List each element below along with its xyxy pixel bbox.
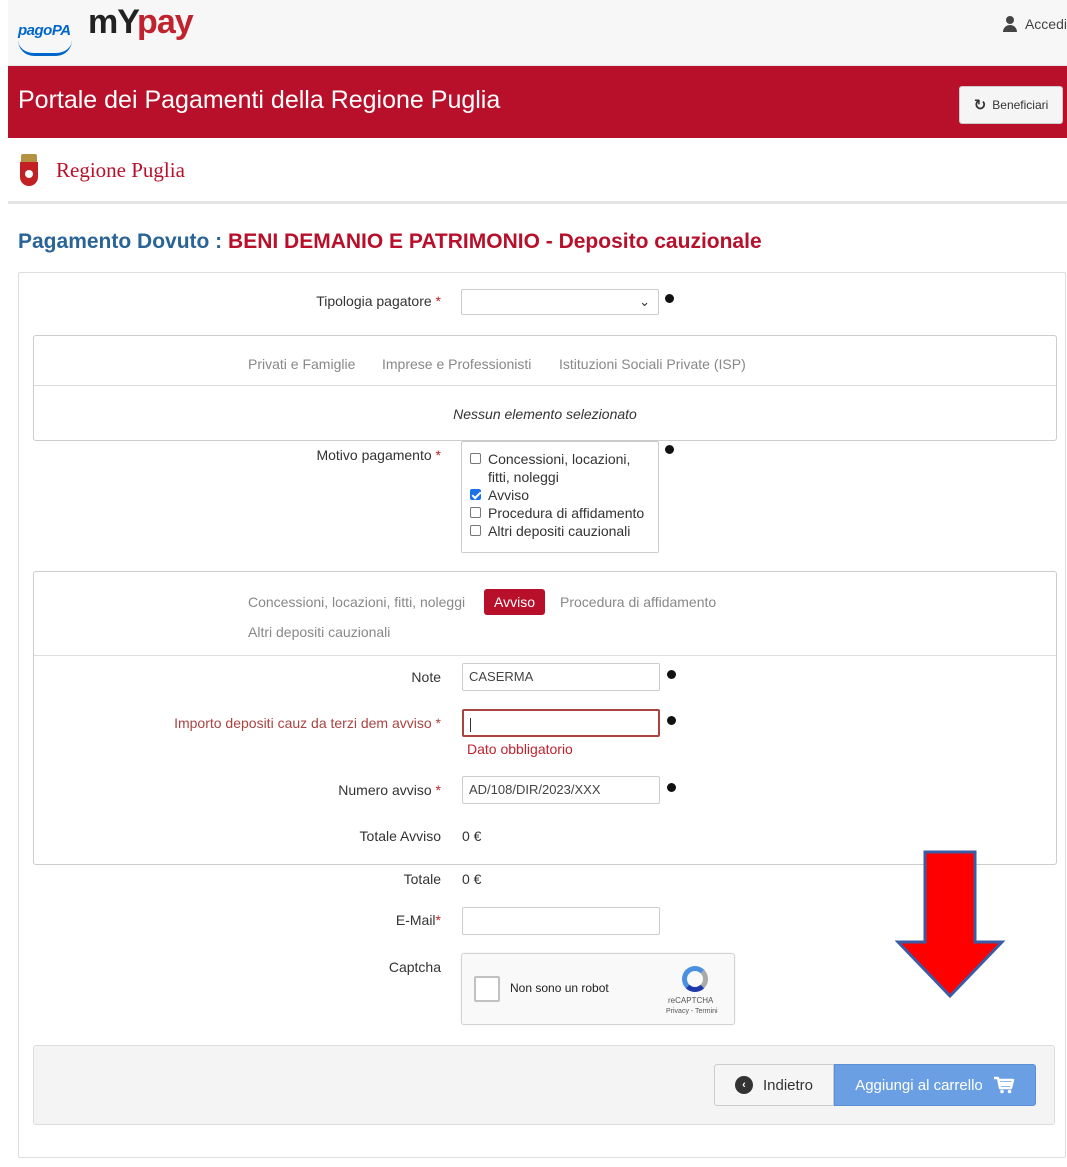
recaptcha-icon	[680, 964, 710, 994]
option-label: Avviso	[488, 487, 529, 503]
checkbox-unchecked[interactable]	[470, 507, 481, 518]
email-label-text: E-Mail	[395, 912, 436, 928]
portal-title: Portale dei Pagamenti della Regione Pugl…	[18, 86, 501, 114]
email-label: E-Mail*	[396, 912, 441, 928]
recaptcha-terms-link[interactable]: Privacy - Termini	[666, 1008, 718, 1015]
recaptcha-widget: Non sono un robot reCAPTCHA Privacy - Te…	[461, 953, 735, 1025]
numero-avviso-label: Numero avviso *	[338, 782, 441, 798]
chevron-left-circle-icon: ‹	[734, 1076, 753, 1094]
mypay-logo[interactable]: mYpay	[88, 2, 194, 42]
email-input[interactable]	[462, 907, 660, 935]
mypay-logo-my: mY	[88, 3, 138, 41]
tab-imprese-professionisti[interactable]: Imprese e Professionisti	[382, 356, 531, 372]
page-title-label: Pagamento Dovuto :	[18, 230, 223, 253]
required-mark: *	[435, 293, 441, 309]
categorie-panel: Privati e Famiglie Imprese e Professioni…	[33, 335, 1057, 441]
numero-label-text: Numero avviso	[338, 782, 432, 798]
importo-error-message: Dato obbligatorio	[467, 741, 573, 757]
option-label: Procedura di affidamento	[488, 505, 645, 521]
checkbox-checked[interactable]	[470, 489, 481, 500]
motivo-option-concessioni[interactable]: Concessioni, locazioni, fitti, noleggi	[468, 450, 652, 486]
pagopa-logo-swoosh	[18, 40, 72, 56]
add-to-cart-label: Aggiungi al carrello	[855, 1076, 983, 1094]
page-title-value: BENI DEMANIO E PATRIMONIO - Deposito cau…	[228, 230, 762, 253]
info-icon[interactable]	[667, 716, 676, 725]
motivo-multiselect[interactable]: Concessioni, locazioni, fitti, noleggi A…	[461, 441, 659, 553]
chevron-down-icon: ⌄	[639, 294, 650, 309]
login-label: Accedi	[1024, 16, 1067, 32]
importo-label: Importo depositi cauz da terzi dem avvis…	[174, 715, 441, 731]
checkbox-unchecked[interactable]	[470, 453, 481, 464]
motivo-option-avviso[interactable]: Avviso	[468, 486, 652, 504]
option-label: Altri depositi cauzionali	[488, 523, 631, 539]
checkbox-unchecked[interactable]	[470, 525, 481, 536]
tab-concessioni[interactable]: Concessioni, locazioni, fitti, noleggi	[248, 594, 465, 610]
totale-value: 0 €	[462, 871, 482, 887]
option-label: Concessioni, locazioni, fitti, noleggi	[488, 451, 631, 485]
info-icon[interactable]	[665, 294, 674, 303]
page-title: Pagamento Dovuto : BENI DEMANIO E PATRIM…	[18, 230, 762, 254]
note-label: Note	[411, 669, 441, 685]
mypay-logo-pay: pay	[137, 3, 194, 41]
importo-input[interactable]	[462, 709, 660, 737]
tab-altri-depositi[interactable]: Altri depositi cauzionali	[248, 624, 390, 640]
region-bar: Regione Puglia	[8, 138, 1067, 204]
tipologia-label-text: Tipologia pagatore	[316, 293, 432, 309]
recaptcha-text: Non sono un robot	[510, 981, 609, 995]
required-mark: *	[435, 782, 441, 798]
categorie-tabs: Privati e Famiglie Imprese e Professioni…	[34, 336, 1056, 386]
beneficiari-button[interactable]: ↻ Beneficiari	[959, 86, 1063, 124]
tipologia-select[interactable]: ⌄	[461, 289, 659, 315]
login-link[interactable]: Accedi	[1002, 16, 1067, 32]
required-mark: *	[435, 715, 441, 731]
info-icon[interactable]	[667, 670, 676, 679]
tab-procedura[interactable]: Procedura di affidamento	[560, 594, 716, 610]
back-button[interactable]: ‹ Indietro	[714, 1064, 834, 1106]
motivo-label-text: Motivo pagamento	[316, 447, 432, 463]
user-icon	[1002, 16, 1017, 32]
emblem-shield	[20, 162, 38, 186]
beneficiari-label: Beneficiari	[992, 98, 1049, 112]
required-mark: *	[435, 447, 441, 463]
tab-privati-famiglie[interactable]: Privati e Famiglie	[248, 356, 355, 372]
required-mark: *	[435, 912, 441, 928]
recaptcha-checkbox[interactable]	[474, 976, 500, 1002]
note-input[interactable]: CASERMA	[462, 663, 660, 691]
importo-label-text: Importo depositi cauz da terzi dem avvis…	[174, 715, 432, 731]
motivi-tabs: Concessioni, locazioni, fitti, noleggi A…	[34, 572, 1056, 656]
totale-avviso-value: 0 €	[462, 828, 482, 844]
top-bar: pagoPA mYpay Accedi	[8, 0, 1067, 66]
info-icon[interactable]	[667, 783, 676, 792]
captcha-label: Captcha	[388, 959, 441, 975]
totale-avviso-label: Totale Avviso	[359, 828, 441, 844]
motivo-option-altri[interactable]: Altri depositi cauzionali	[468, 522, 652, 540]
totale-label: Totale	[403, 871, 441, 887]
motivo-label: Motivo pagamento *	[316, 447, 441, 463]
refresh-icon: ↻	[973, 97, 987, 114]
recaptcha-brand: reCAPTCHA	[668, 996, 714, 1005]
payment-form: Tipologia pagatore * ⌄ Privati e Famigli…	[18, 272, 1066, 1158]
add-to-cart-button[interactable]: Aggiungi al carrello	[834, 1064, 1036, 1106]
no-selection-message: Nessun elemento selezionato	[453, 406, 637, 422]
annotation-arrow-icon	[895, 850, 1005, 999]
info-icon[interactable]	[665, 445, 674, 454]
back-label: Indietro	[762, 1076, 814, 1094]
emblem-crown	[21, 154, 37, 162]
region-emblem-icon	[20, 154, 38, 188]
pagopa-logo[interactable]: pagoPA	[18, 22, 71, 39]
action-bar: ‹ Indietro Aggiungi al carrello	[33, 1045, 1055, 1125]
tab-avviso[interactable]: Avviso	[484, 589, 545, 615]
portal-header: Portale dei Pagamenti della Regione Pugl…	[8, 66, 1067, 138]
region-name: Regione Puglia	[56, 158, 185, 182]
text-caret	[470, 717, 471, 732]
motivo-option-procedura[interactable]: Procedura di affidamento	[468, 504, 652, 522]
tipologia-label: Tipologia pagatore *	[316, 293, 441, 309]
numero-avviso-input[interactable]: AD/108/DIR/2023/XXX	[462, 776, 660, 804]
tab-istituzioni-isp[interactable]: Istituzioni Sociali Private (ISP)	[559, 356, 746, 372]
shopping-cart-icon	[993, 1076, 1014, 1094]
